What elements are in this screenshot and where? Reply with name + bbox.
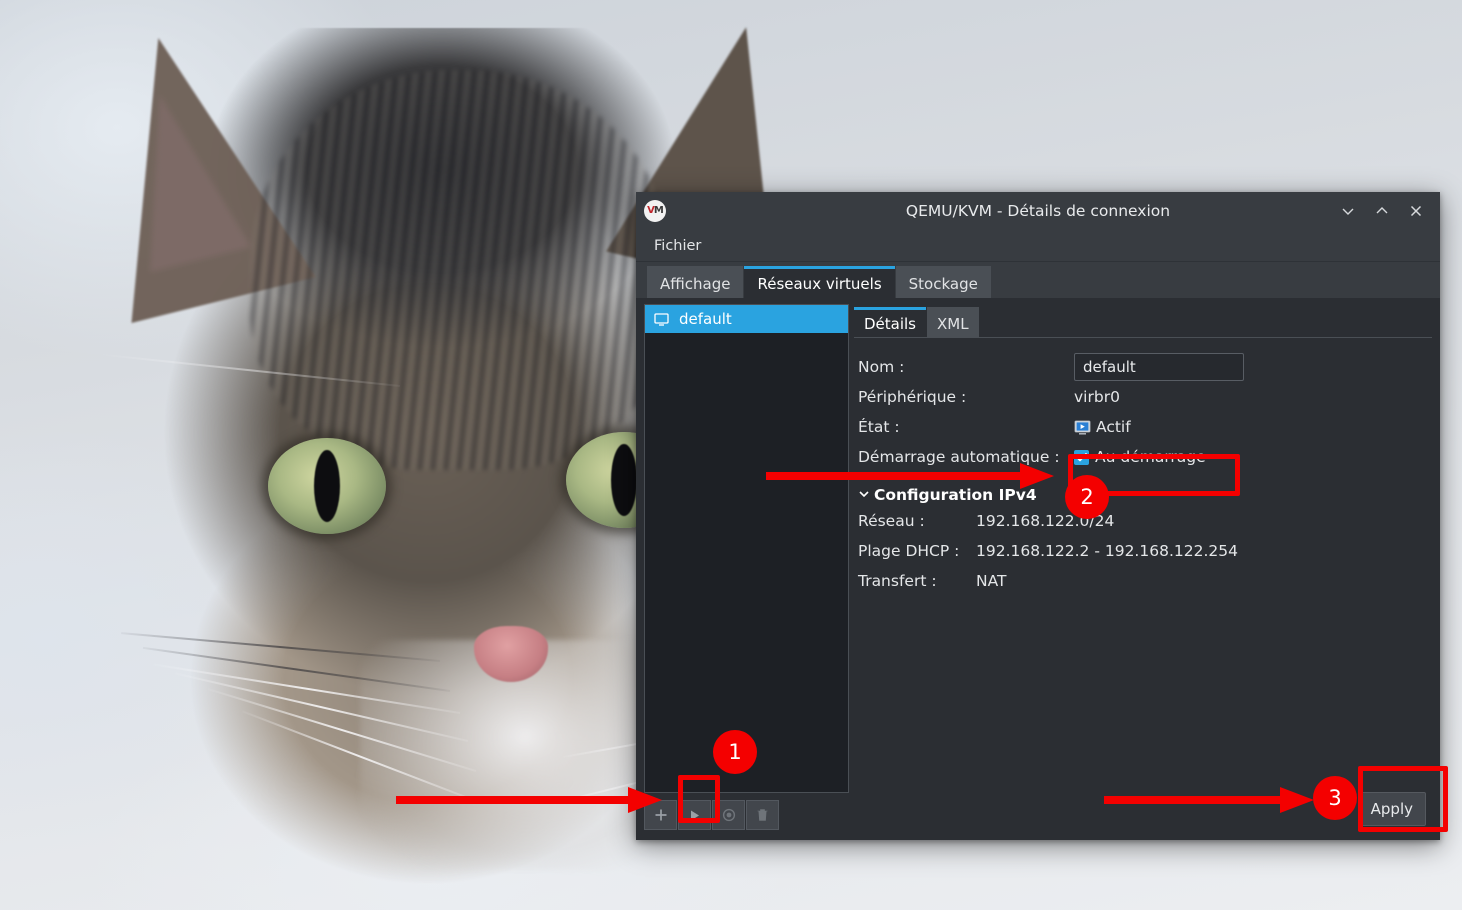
- cat-left-pupil: [314, 450, 340, 522]
- autostart-label: Démarrage automatique :: [858, 448, 1060, 466]
- window-title: QEMU/KVM - Détails de connexion: [905, 202, 1171, 220]
- main-tabstrip: Affichage Réseaux virtuels Stockage: [636, 262, 1440, 298]
- cat-right-pupil: [611, 444, 637, 516]
- name-label: Nom :: [858, 358, 905, 376]
- tab-reseaux-virtuels[interactable]: Réseaux virtuels: [744, 266, 895, 298]
- network-list[interactable]: default: [644, 304, 849, 793]
- field-row-name: Nom :: [858, 352, 1432, 382]
- network-value: 192.168.122.0/24: [976, 512, 1115, 530]
- network-toolbar: [644, 798, 849, 832]
- network-screen-icon: [654, 312, 669, 326]
- field-row-autostart: Démarrage automatique : Au démarrage: [858, 442, 1432, 472]
- autostart-checkbox-label: Au démarrage: [1095, 448, 1206, 466]
- menubar: Fichier: [636, 230, 1440, 262]
- name-input[interactable]: [1074, 353, 1244, 381]
- subtab-xml[interactable]: XML: [927, 307, 979, 337]
- vm-logo-v: V: [647, 205, 655, 216]
- ipv4-section-label: Configuration IPv4: [874, 486, 1037, 504]
- field-row-dhcp: Plage DHCP : 192.168.122.2 - 192.168.122…: [858, 536, 1432, 566]
- tab-affichage[interactable]: Affichage: [647, 266, 744, 298]
- delete-network-button[interactable]: [746, 800, 779, 830]
- menu-fichier[interactable]: Fichier: [648, 235, 707, 257]
- autostart-checkbox[interactable]: Au démarrage: [1074, 448, 1206, 466]
- cat-left-eye: [268, 438, 386, 534]
- detail-subtabstrip: Détails XML: [854, 304, 1432, 338]
- device-value: virbr0: [1074, 388, 1120, 406]
- stop-network-button[interactable]: [712, 800, 745, 830]
- monitor-play-icon: [1074, 420, 1091, 435]
- list-item-label: default: [679, 310, 732, 328]
- close-icon[interactable]: [1402, 198, 1430, 224]
- network-detail-pane: Détails XML Nom : Périphérique : virbr0 …: [854, 304, 1432, 832]
- vm-logo-icon: VM: [644, 200, 666, 222]
- connection-details-window: VM QEMU/KVM - Détails de connexion Fichi…: [636, 192, 1440, 840]
- network-label: Réseau :: [858, 512, 925, 530]
- tab-stockage[interactable]: Stockage: [895, 266, 991, 298]
- network-left-pane: default: [644, 304, 849, 832]
- vm-logo-m: M: [653, 205, 664, 216]
- window-titlebar[interactable]: VM QEMU/KVM - Détails de connexion: [636, 192, 1440, 230]
- list-item-default[interactable]: default: [645, 305, 848, 333]
- field-row-forward: Transfert : NAT: [858, 566, 1432, 596]
- forward-label: Transfert :: [858, 572, 937, 590]
- ipv4-section-header[interactable]: Configuration IPv4: [858, 486, 1432, 504]
- state-label: État :: [858, 418, 900, 436]
- subtab-details[interactable]: Détails: [854, 307, 927, 337]
- field-row-state: État : Actif: [858, 412, 1432, 442]
- field-row-device: Périphérique : virbr0: [858, 382, 1432, 412]
- window-body: default Détails XML Nom: default Périph…: [636, 298, 1440, 840]
- field-row-network: Réseau : 192.168.122.0/24: [858, 506, 1432, 536]
- checkbox-checked-icon[interactable]: [1074, 449, 1089, 465]
- device-label: Périphérique :: [858, 388, 967, 406]
- window-controls: [1334, 198, 1430, 224]
- cat-fur-stripes: [250, 70, 670, 470]
- maximize-icon[interactable]: [1368, 198, 1396, 224]
- dhcp-value: 192.168.122.2 - 192.168.122.254: [976, 542, 1238, 560]
- dhcp-label: Plage DHCP :: [858, 542, 960, 560]
- add-network-button[interactable]: [644, 800, 677, 830]
- state-value: Actif: [1096, 418, 1131, 436]
- start-network-button[interactable]: [678, 800, 711, 830]
- minimize-icon[interactable]: [1334, 198, 1362, 224]
- chevron-down-icon[interactable]: [858, 486, 870, 504]
- forward-value: NAT: [976, 572, 1007, 590]
- detail-fields: Nom : Périphérique : virbr0 État :: [854, 338, 1432, 832]
- apply-button[interactable]: Apply: [1357, 792, 1426, 826]
- window-footer: Apply: [1357, 792, 1426, 826]
- state-value-wrap: Actif: [1074, 418, 1131, 436]
